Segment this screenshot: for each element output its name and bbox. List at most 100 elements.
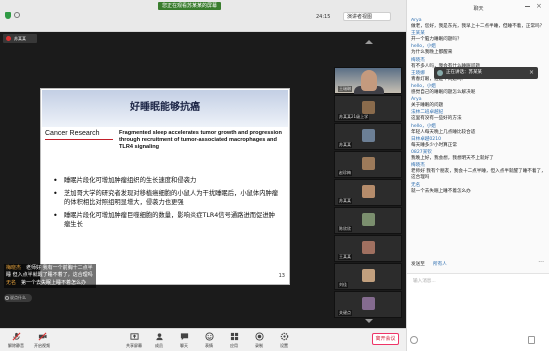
journal-underline xyxy=(45,139,113,140)
mute-button[interactable]: 解除静音 xyxy=(2,332,30,348)
smile-icon xyxy=(5,296,9,300)
chat-text: 做老，您好，我是东光，我早上十二点半睡，但睡不着，正常吗？ xyxy=(411,24,545,29)
meeting-timer: 24:15 xyxy=(316,14,331,20)
chat-message: Arya 关于睡眠的问题 xyxy=(411,97,546,109)
chat-panel: 聊天 × Arya 做老，您好，我是东光，我早上十二点半睡，但睡不着，正常吗？ 王某… xyxy=(406,0,549,351)
chat-message: hello，小姐 年轻人每天晚上几点睡比较合适 xyxy=(411,124,546,136)
scroll-up-icon[interactable] xyxy=(365,40,373,44)
speaking-toast: 正在讲话：苏某某 × xyxy=(434,67,538,79)
more-icon[interactable]: ··· xyxy=(538,259,544,266)
chat-message: 王某某 开一个脑力睡眠问题吗？ xyxy=(411,31,546,43)
avatar xyxy=(437,70,443,76)
meeting-window: 您正在观看苏某某的屏幕 24:15 演讲者视图 苏某某 好睡眠能够抗癌 Canc… xyxy=(0,0,549,351)
chat-message-list[interactable]: Arya 做老，您好，我是东光，我早上十二点半睡，但睡不着，正常吗？ 王某某 开一个脑… xyxy=(411,18,546,258)
send-to-label: 发送至 xyxy=(411,262,425,267)
slide-page-number: 13 xyxy=(278,273,285,279)
send-to-row: 发送至 所有人 ··· xyxy=(411,258,546,270)
overlay-message: 无名：第一个去失眠上睡不着怎么办 xyxy=(4,279,96,288)
chat-message: hello，小姐 为什么我晚上都醒来 xyxy=(411,44,546,56)
chat-button[interactable]: 聊天 xyxy=(170,332,198,348)
chat-text: 开一个脑力睡眠问题吗？ xyxy=(411,37,462,43)
participant-tile[interactable]: 王某某 xyxy=(334,235,402,262)
sharing-banner: 您正在观看苏某某的屏幕 xyxy=(158,2,222,10)
participant-tile[interactable]: 苏某某 xyxy=(334,179,402,206)
slide-title: 好睡眠能够抗癌 xyxy=(130,102,200,113)
scroll-down-icon[interactable] xyxy=(365,319,373,323)
participant-tile[interactable]: 关键点 xyxy=(334,291,402,318)
participant-tile[interactable]: 刘佳 xyxy=(334,263,402,290)
host-label: 苏某某 xyxy=(3,34,37,43)
video-area: 苏某某 好睡眠能够抗癌 Cancer Research Fragmented s… xyxy=(0,32,406,328)
chat-text: 感觉自己的睡眠问题怎么解决呢 xyxy=(411,90,476,96)
chat-message: 日林卓越0210 每天睡多少小时算正常 xyxy=(411,137,546,149)
file-icon[interactable] xyxy=(528,336,535,344)
reaction-icon xyxy=(204,332,214,341)
participant-tile[interactable]: 赵珍梅 xyxy=(334,151,402,178)
meeting-toolbar: 解除静音 开启视频 共享屏幕 成员 聊天 表情 应用 录制 设置 xyxy=(0,328,406,351)
journal-logo: Cancer Research xyxy=(45,130,100,137)
slide-bullet: 芝加哥大学的研究者发现对移植癌细胞的小鼠人为干扰睡眠后，小鼠体内肿瘤的体积相比对… xyxy=(53,189,281,208)
chat-text: 这里有没有一些好的方法 xyxy=(411,116,462,122)
apps-icon xyxy=(230,332,238,341)
chat-message: 无名 就一个去失眠上睡不着怎么办 xyxy=(411,183,546,195)
participant-tile[interactable]: 苏某某 xyxy=(334,123,402,150)
chat-message: 法林二班卓越纪 这里有没有一些好的方法 xyxy=(411,110,546,122)
avatar xyxy=(362,269,375,282)
close-icon[interactable]: × xyxy=(529,69,534,76)
leave-meeting-button[interactable]: 离开会议 xyxy=(372,333,399,345)
video-off-icon xyxy=(38,332,47,341)
speaker-view-button[interactable]: 演讲者视图 xyxy=(343,12,391,21)
participant-tile[interactable]: 王瑞琳 xyxy=(334,67,402,94)
settings-button[interactable]: 设置 xyxy=(270,332,298,348)
share-screen-button[interactable]: 共享屏幕 xyxy=(120,332,148,348)
chat-text: 每天睡多少小时算正常 xyxy=(411,142,457,148)
mic-muted-icon xyxy=(12,332,20,341)
info-icon[interactable] xyxy=(14,12,20,18)
close-icon[interactable]: × xyxy=(536,2,542,10)
apps-button[interactable]: 应用 xyxy=(220,332,248,348)
send-to-dropdown[interactable]: 所有人 xyxy=(433,261,447,267)
slide-bullets: 睡眠片段化可增加肿瘤组织的生长速度和侵袭力 芝加哥大学的研究者发现对移植癌细胞的… xyxy=(53,176,281,233)
share-screen-icon xyxy=(129,333,139,340)
chat-overlay: 梅晓杰：老师好 我有一个前胸十二点半睡 但入点半就醒了睡不着了，这合理吗 无名：… xyxy=(4,264,96,288)
chat-text: 年轻人每天晚上几点睡比较合适 xyxy=(411,129,476,135)
emoji-icon[interactable] xyxy=(410,336,418,344)
chat-message: 0827某钦 我晚上好，我会想，我想明天不上就好了 xyxy=(411,150,546,162)
chat-text: 为什么我晚上都醒来 xyxy=(411,50,453,56)
avatar xyxy=(362,101,375,114)
chat-text: 我晚上好，我会想，我想明天不上就好了 xyxy=(411,156,494,162)
chat-message: 梅晓杰 老师好 我有个朋友，我会十二点半睡，但入点半就醒了睡不着了，这合理吗 xyxy=(411,163,546,181)
avatar xyxy=(362,213,375,226)
avatar xyxy=(362,185,375,198)
participant-tile[interactable]: 苏某某21级上学 xyxy=(334,95,402,122)
overlay-chat-input[interactable]: 说点什么 xyxy=(4,294,32,302)
members-icon xyxy=(155,333,163,341)
minimize-icon[interactable] xyxy=(525,6,530,7)
chat-message: Arya 做老，您好，我是东光，我早上十二点半睡，但睡不着，正常吗？ xyxy=(411,18,546,30)
shield-icon[interactable] xyxy=(5,12,11,19)
chat-text: 老师好 我有个朋友，我会十二点半睡，但入点半就醒了睡不着了，这合理吗 xyxy=(411,169,546,181)
chat-titlebar: 聊天 × xyxy=(407,0,549,18)
participant-tile[interactable]: 陈欣欣 xyxy=(334,207,402,234)
overlay-message: 梅晓杰：老师好 我有一个前胸十二点半睡 但入点半就醒了睡不着了，这合理吗 xyxy=(4,264,96,279)
paper-title: Fragmented sleep accelerates tumor growt… xyxy=(119,130,282,150)
shared-slide: 好睡眠能够抗癌 Cancer Research Fragmented sleep… xyxy=(40,88,290,285)
slide-bullet: 睡眠片段化可增加肿瘤巨噬细胞的数量，影响炎症TLR4信号通路进而促进肿瘤生长 xyxy=(53,211,281,230)
top-bar: 您正在观看苏某某的屏幕 24:15 演讲者视图 xyxy=(0,0,406,32)
record-button[interactable]: 录制 xyxy=(245,332,273,348)
record-icon xyxy=(254,332,264,341)
chat-text: 就一个去失眠上睡不着怎么办 xyxy=(411,188,471,194)
chat-message: hello，小姐 感觉自己的睡眠问题怎么解决呢 xyxy=(411,84,546,96)
mic-muted-icon xyxy=(6,36,11,41)
chat-text: 关于睡眠的问题 xyxy=(411,103,444,109)
avatar xyxy=(362,297,375,310)
chat-icon xyxy=(180,333,188,341)
avatar xyxy=(362,129,375,142)
video-button[interactable]: 开启视频 xyxy=(28,332,56,348)
members-button[interactable]: 成员 xyxy=(145,332,173,348)
avatar xyxy=(362,241,375,254)
slide-bullet: 睡眠片段化可增加肿瘤组织的生长速度和侵袭力 xyxy=(53,176,281,186)
settings-icon xyxy=(280,332,288,341)
avatar xyxy=(362,157,375,170)
reaction-button[interactable]: 表情 xyxy=(195,332,223,348)
